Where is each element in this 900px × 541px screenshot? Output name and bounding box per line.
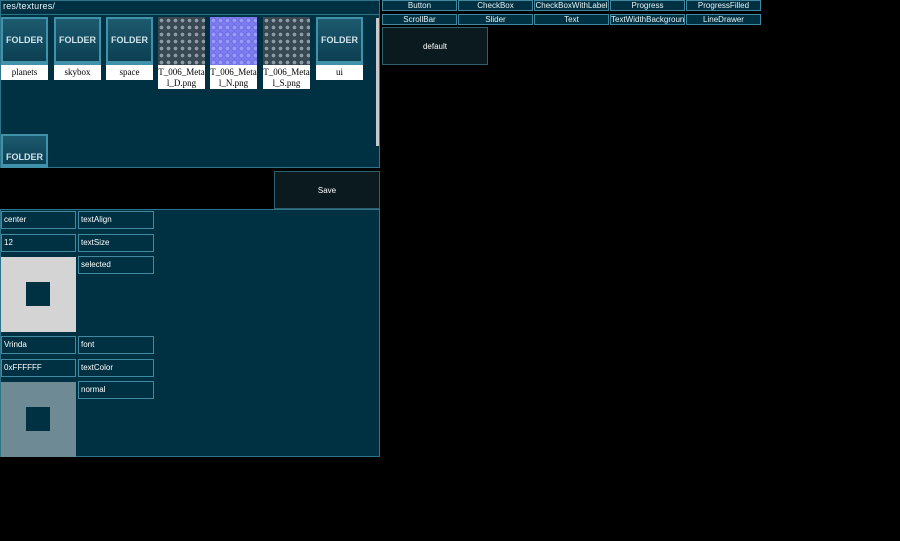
normal-color-swatch[interactable] — [1, 382, 76, 457]
scrollbar[interactable] — [376, 18, 379, 146]
texture-thumbnail — [210, 17, 257, 65]
texture-thumbnail — [263, 17, 310, 65]
file-item-metal-s[interactable]: T_006_Metal_S.png — [263, 17, 310, 89]
normal-label: normal — [78, 381, 154, 399]
file-browser-panel: res/textures/ FOLDER planets FOLDER skyb… — [0, 0, 380, 168]
text-color-label: textColor — [78, 359, 154, 377]
folder-icon: FOLDER — [1, 134, 48, 168]
tab-button[interactable]: Button — [382, 0, 457, 11]
file-item-metal-n[interactable]: T_006_Metal_N.png — [210, 17, 257, 89]
text-size-input[interactable]: 12 — [1, 234, 76, 252]
folder-item-space[interactable]: FOLDER space — [106, 17, 153, 80]
selected-color-swatch[interactable] — [1, 257, 76, 332]
tab-checkbox[interactable]: CheckBox — [458, 0, 533, 11]
folder-item-skybox[interactable]: FOLDER skybox — [54, 17, 101, 80]
tab-text-width-background[interactable]: TextWidthBackground — [610, 14, 685, 25]
file-name: T_006_Metal_S.png — [263, 65, 310, 89]
folder-item-ui[interactable]: FOLDER ui — [316, 17, 363, 80]
tab-progress[interactable]: Progress — [610, 0, 685, 11]
divider — [1, 14, 379, 15]
tab-scrollbar[interactable]: ScrollBar — [382, 14, 457, 25]
tab-checkbox-with-label[interactable]: CheckBoxWithLabel — [534, 0, 609, 11]
text-align-input[interactable]: center — [1, 211, 76, 229]
file-name: T_006_Metal_D.png — [158, 65, 205, 89]
default-button[interactable]: default — [382, 27, 488, 65]
tab-progress-filled[interactable]: ProgressFilled — [686, 0, 761, 11]
file-name: ui — [316, 65, 363, 80]
folder-item[interactable]: FOLDER — [1, 134, 48, 168]
folder-icon: FOLDER — [106, 17, 153, 65]
selected-label: selected — [78, 256, 154, 274]
tab-slider[interactable]: Slider — [458, 14, 533, 25]
folder-icon: FOLDER — [316, 17, 363, 65]
folder-icon: FOLDER — [1, 17, 48, 65]
file-name: T_006_Metal_N.png — [210, 65, 257, 89]
file-name: space — [106, 65, 153, 80]
font-label: font — [78, 336, 154, 354]
file-name: planets — [1, 65, 48, 80]
text-size-label: textSize — [78, 234, 154, 252]
properties-panel: center textAlign 12 textSize selected Vr… — [0, 209, 380, 457]
save-button[interactable]: Save — [274, 171, 380, 209]
folder-item-planets[interactable]: FOLDER planets — [1, 17, 48, 80]
text-color-input[interactable]: 0xFFFFFF — [1, 359, 76, 377]
tab-line-drawer[interactable]: LineDrawer — [686, 14, 761, 25]
texture-thumbnail — [158, 17, 205, 65]
font-input[interactable]: Vrinda — [1, 336, 76, 354]
tab-text[interactable]: Text — [534, 14, 609, 25]
path-label: res/textures/ — [3, 1, 56, 11]
text-align-label: textAlign — [78, 211, 154, 229]
file-item-metal-d[interactable]: T_006_Metal_D.png — [158, 17, 205, 89]
folder-icon: FOLDER — [54, 17, 101, 65]
file-name: skybox — [54, 65, 101, 80]
